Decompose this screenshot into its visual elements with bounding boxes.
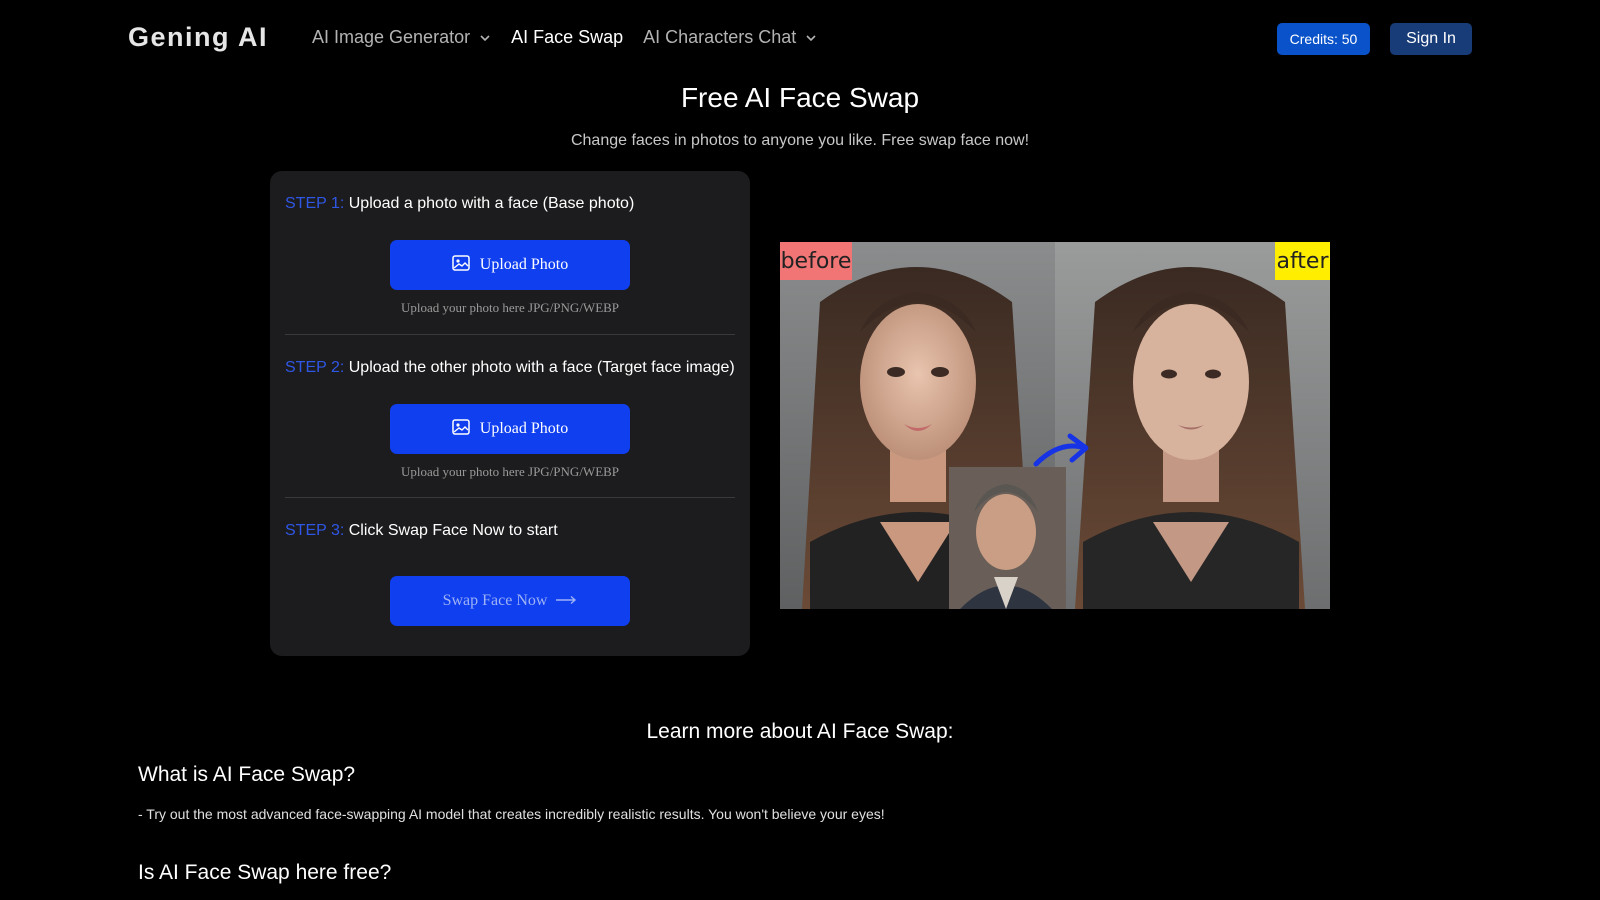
step-label: STEP 2: [285, 359, 345, 376]
button-label: Swap Face Now [442, 592, 548, 609]
upload-base-photo-button[interactable]: Upload Photo [390, 240, 630, 290]
learn-more-title: Learn more about AI Face Swap: [646, 720, 954, 743]
step-text: Click Swap Face Now to start [348, 522, 558, 539]
credits-button[interactable]: Credits: 50 [1277, 23, 1370, 55]
nav-label: AI Face Swap [511, 27, 624, 47]
step-label: STEP 3: [285, 522, 345, 539]
nav-label: AI Image Generator [312, 27, 471, 47]
after-portrait [1075, 267, 1305, 609]
faq-question: What is AI Face Swap? [138, 763, 356, 786]
step-text: Upload a photo with a face (Base photo) [348, 195, 635, 212]
before-after-preview: before after [780, 242, 1330, 609]
chevron-down-icon [479, 32, 491, 44]
nav-ai-image-generator[interactable]: AI Image Generator [312, 27, 491, 48]
main-nav: AI Image Generator AI Face Swap AI Chara… [312, 27, 837, 48]
image-icon [452, 418, 470, 440]
upload-hint: Upload your photo here JPG/PNG/WEBP [400, 300, 620, 315]
target-face-inset [949, 467, 1066, 609]
upload-target-photo-button[interactable]: Upload Photo [390, 404, 630, 454]
sign-in-button[interactable]: Sign In [1390, 23, 1472, 55]
button-label: Upload Photo [479, 256, 569, 273]
divider [285, 497, 735, 498]
step-3: STEP 3: Click Swap Face Now to start [285, 522, 558, 540]
step-text: Upload the other photo with a face (Targ… [348, 359, 735, 376]
header: Gening AI AI Image Generator AI Face Swa… [0, 0, 1600, 78]
button-label: Upload Photo [479, 420, 569, 437]
page-subtitle: Change faces in photos to anyone you lik… [570, 132, 1030, 149]
steps-panel: STEP 1: Upload a photo with a face (Base… [270, 171, 750, 656]
after-tag: after [1275, 242, 1330, 280]
before-tag: before [780, 242, 852, 280]
faq-answer: - Try out the most advanced face-swappin… [138, 806, 885, 822]
arrow-right-icon [555, 592, 577, 610]
chevron-down-icon [805, 32, 817, 44]
faq-question: Is AI Face Swap here free? [138, 861, 392, 884]
divider [285, 334, 735, 335]
step-label: STEP 1: [285, 195, 345, 212]
preview-illustration [780, 242, 1330, 609]
brand-logo[interactable]: Gening AI [128, 22, 268, 53]
nav-ai-face-swap[interactable]: AI Face Swap [511, 27, 623, 48]
page-title: Free AI Face Swap [680, 82, 920, 113]
upload-hint: Upload your photo here JPG/PNG/WEBP [400, 464, 620, 479]
step-1: STEP 1: Upload a photo with a face (Base… [285, 195, 634, 213]
step-2: STEP 2: Upload the other photo with a fa… [285, 359, 735, 377]
nav-label: AI Characters Chat [643, 27, 797, 47]
nav-ai-characters-chat[interactable]: AI Characters Chat [643, 27, 817, 48]
swap-face-now-button[interactable]: Swap Face Now [390, 576, 630, 626]
image-icon [452, 254, 470, 276]
